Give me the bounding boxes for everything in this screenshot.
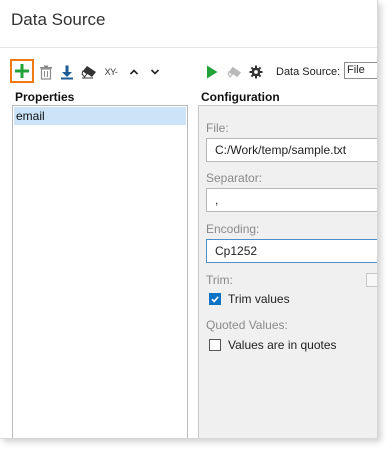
delete-button[interactable] — [37, 63, 55, 81]
file-field[interactable]: C:/Work/temp/sample.txt — [206, 138, 377, 162]
xy-label: XY- — [104, 67, 118, 77]
move-up-button[interactable] — [125, 63, 143, 81]
play-icon — [207, 65, 218, 79]
trim-values-label: Trim values — [228, 292, 290, 306]
file-label: File: — [206, 121, 229, 135]
add-button[interactable] — [10, 59, 34, 83]
chevron-up-icon — [129, 69, 139, 75]
settings-button[interactable] — [247, 63, 265, 81]
download-icon — [61, 65, 73, 79]
trim-label: Trim: — [206, 273, 233, 287]
window-title: Data Source — [11, 10, 106, 29]
checkbox-unchecked[interactable] — [209, 339, 221, 351]
run-button[interactable] — [203, 63, 221, 81]
quoted-values-label: Quoted Values: — [206, 318, 288, 332]
encoding-field[interactable]: Cp1252 — [206, 239, 377, 263]
separator-field[interactable]: , — [206, 188, 377, 212]
add-icon — [15, 64, 29, 78]
checkmark-icon — [211, 296, 219, 303]
configuration-heading: Configuration — [201, 90, 280, 104]
trim-select[interactable] — [366, 273, 377, 287]
values-in-quotes-checkbox[interactable]: Values are in quotes — [209, 338, 337, 352]
move-down-button[interactable] — [146, 63, 164, 81]
list-item[interactable]: email — [14, 107, 186, 125]
clear-source-button[interactable] — [225, 63, 243, 81]
checkbox-checked[interactable] — [209, 293, 221, 305]
chevron-down-icon — [150, 69, 160, 75]
trim-values-checkbox[interactable]: Trim values — [209, 292, 290, 306]
data-source-window: Data Source XY- Data Source: File Proper… — [0, 0, 378, 439]
properties-list[interactable]: email — [12, 105, 188, 438]
title-divider — [0, 47, 377, 48]
clear-button[interactable] — [80, 63, 98, 81]
encoding-label: Encoding: — [206, 222, 260, 236]
eraser-icon — [226, 66, 241, 78]
import-button[interactable] — [58, 63, 76, 81]
data-source-label: Data Source: — [276, 66, 341, 78]
xy-button[interactable]: XY- — [100, 63, 122, 81]
values-in-quotes-label: Values are in quotes — [228, 338, 337, 352]
gear-icon — [249, 65, 263, 79]
properties-heading: Properties — [15, 90, 75, 104]
separator-label: Separator: — [206, 171, 263, 185]
data-source-select[interactable]: File — [344, 62, 377, 79]
eraser-icon — [81, 66, 96, 79]
trash-icon — [40, 65, 52, 80]
